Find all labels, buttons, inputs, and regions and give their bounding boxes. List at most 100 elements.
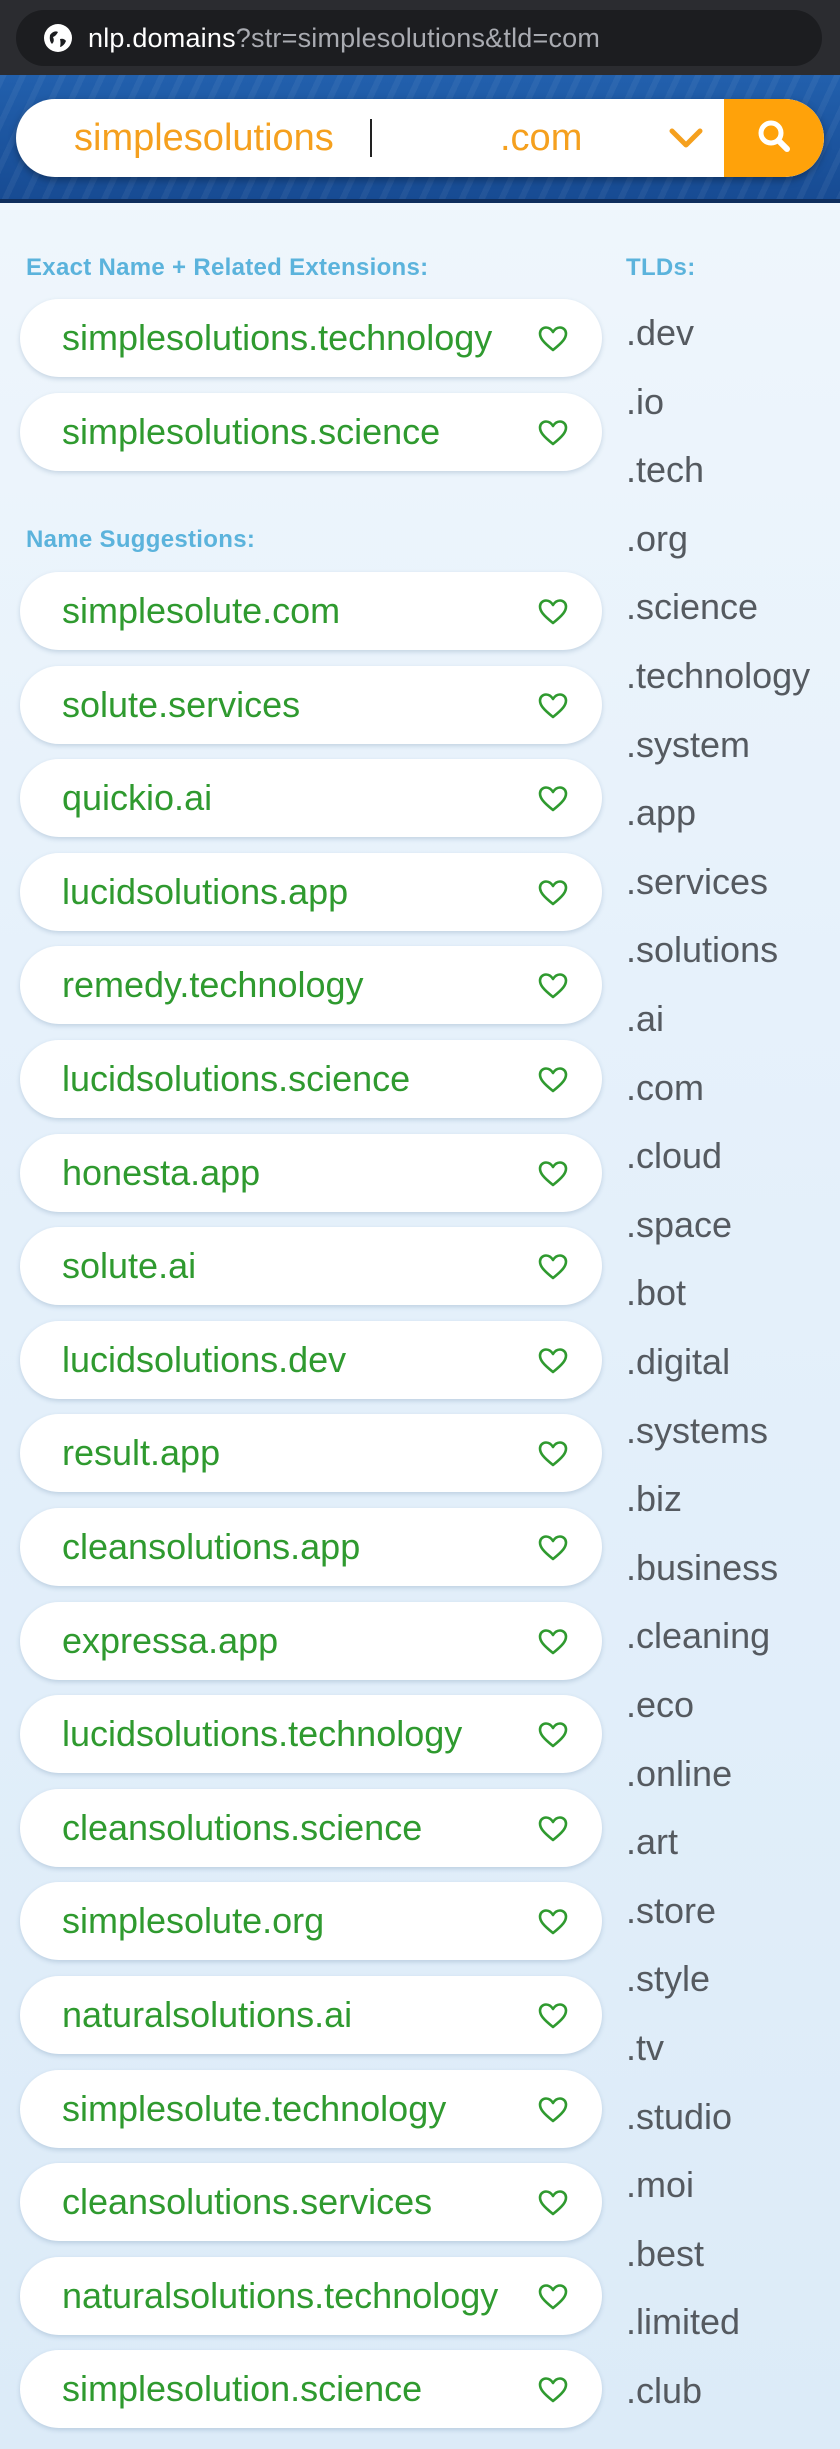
domain-pill[interactable]: lucidsolutions.app [20,852,602,931]
tld-link[interactable]: .com [626,1067,704,1109]
tld-link[interactable]: .systems [626,1410,768,1452]
domain-pill[interactable]: result.app [20,1414,602,1493]
tld-link[interactable]: .solutions [626,929,778,971]
heart-icon[interactable] [538,1253,568,1286]
heart-icon[interactable] [538,1721,568,1754]
heart-icon[interactable] [538,972,568,1005]
domain-name[interactable]: lucidsolutions.app [62,853,348,931]
heart-icon[interactable] [538,2189,568,2222]
tld-dropdown[interactable]: .com [500,99,582,177]
domain-pill[interactable]: solute.services [20,665,602,744]
domain-name[interactable]: simplesolutions.science [62,393,440,471]
heart-icon[interactable] [538,2096,568,2129]
domain-pill[interactable]: simplesolution.science [20,2350,602,2429]
domain-pill[interactable]: honesta.app [20,1133,602,1212]
heart-icon[interactable] [538,419,568,452]
domain-name[interactable]: solute.ai [62,1227,196,1305]
tld-link[interactable]: .online [626,1753,732,1795]
domain-pill[interactable]: simplesolutions.technology [20,299,602,377]
domain-name[interactable]: quickio.ai [62,759,212,837]
tld-link[interactable]: .org [626,518,688,560]
domain-pill[interactable]: remedy.technology [20,946,602,1025]
tld-link[interactable]: .app [626,792,696,834]
tld-link[interactable]: .business [626,1547,778,1589]
domain-name[interactable]: simplesolute.org [62,1882,324,1960]
domain-name[interactable]: solute.services [62,666,300,744]
domain-name[interactable]: cleansolutions.app [62,1508,360,1586]
tld-link[interactable]: .cloud [626,1135,722,1177]
domain-name[interactable]: lucidsolutions.dev [62,1321,346,1399]
heart-icon[interactable] [538,1160,568,1193]
heart-icon[interactable] [538,1440,568,1473]
domain-name[interactable]: cleansolutions.science [62,1789,422,1867]
tld-link[interactable]: .style [626,1958,710,2000]
tld-link[interactable]: .bot [626,1272,686,1314]
heart-icon[interactable] [538,325,568,358]
tld-link[interactable]: .system [626,724,750,766]
domain-pill[interactable]: naturalsolutions.ai [20,1976,602,2054]
domain-pill[interactable]: simplesolute.technology [20,2069,602,2148]
domain-name[interactable]: naturalsolutions.ai [62,1976,352,2054]
tld-link[interactable]: .best [626,2233,704,2275]
domain-pill[interactable]: simplesolute.com [20,572,602,650]
heart-icon[interactable] [538,1534,568,1567]
domain-name[interactable]: simplesolution.science [62,2350,422,2428]
domain-pill[interactable]: cleansolutions.services [20,2163,602,2242]
domain-name[interactable]: simplesolute.com [62,572,340,650]
tld-link[interactable]: .limited [626,2301,740,2343]
heart-icon[interactable] [538,692,568,725]
url-bar[interactable]: nlp.domains ?str=simplesolutions&tld=com [16,10,822,66]
heart-icon[interactable] [538,598,568,631]
tld-link[interactable]: .art [626,1821,678,1863]
domain-pill[interactable]: quickio.ai [20,759,602,838]
domain-name[interactable]: lucidsolutions.technology [62,1695,462,1773]
heart-icon[interactable] [538,785,568,818]
domain-pill[interactable]: solute.ai [20,1227,602,1306]
domain-name[interactable]: simplesolute.technology [62,2070,446,2148]
domain-name[interactable]: cleansolutions.services [62,2163,432,2241]
tld-link[interactable]: .studio [626,2096,732,2138]
domain-name[interactable]: result.app [62,1414,220,1492]
domain-name[interactable]: expressa.app [62,1602,278,1680]
tld-link[interactable]: .io [626,381,664,423]
domain-pill[interactable]: cleansolutions.app [20,1508,602,1586]
tld-link[interactable]: .dev [626,312,694,354]
domain-name[interactable]: lucidsolutions.science [62,1040,410,1118]
heart-icon[interactable] [538,2002,568,2035]
domain-name[interactable]: remedy.technology [62,946,364,1024]
heart-icon[interactable] [538,2283,568,2316]
tld-link[interactable]: .store [626,1890,716,1932]
domain-pill[interactable]: lucidsolutions.technology [20,1695,602,1774]
domain-pill[interactable]: lucidsolutions.dev [20,1320,602,1399]
tld-link[interactable]: .services [626,861,768,903]
tld-link[interactable]: .space [626,1204,732,1246]
heart-icon[interactable] [538,1347,568,1380]
tld-link[interactable]: .science [626,586,758,628]
tld-link[interactable]: .tech [626,449,704,491]
heart-icon[interactable] [538,1066,568,1099]
tld-link[interactable]: .tv [626,2027,664,2069]
heart-icon[interactable] [538,1908,568,1941]
domain-name[interactable]: simplesolutions.technology [62,299,492,377]
tld-link[interactable]: .eco [626,1684,694,1726]
domain-pill[interactable]: simplesolutions.science [20,392,602,471]
tld-link[interactable]: .technology [626,655,810,697]
tld-link[interactable]: .club [626,2370,702,2412]
heart-icon[interactable] [538,1815,568,1848]
tld-link[interactable]: .digital [626,1341,730,1383]
domain-pill[interactable]: naturalsolutions.technology [20,2256,602,2335]
domain-name[interactable]: naturalsolutions.technology [62,2257,498,2335]
chevron-down-icon[interactable] [666,123,706,158]
search-button[interactable] [724,99,824,177]
domain-name[interactable]: honesta.app [62,1134,260,1212]
heart-icon[interactable] [538,1628,568,1661]
tld-link[interactable]: .biz [626,1478,682,1520]
heart-icon[interactable] [538,879,568,912]
tld-link[interactable]: .cleaning [626,1615,770,1657]
domain-pill[interactable]: cleansolutions.science [20,1788,602,1867]
domain-pill[interactable]: simplesolute.org [20,1882,602,1961]
domain-pill[interactable]: expressa.app [20,1601,602,1680]
tld-link[interactable]: .ai [626,998,664,1040]
domain-pill[interactable]: lucidsolutions.science [20,1040,602,1118]
heart-icon[interactable] [538,2376,568,2409]
